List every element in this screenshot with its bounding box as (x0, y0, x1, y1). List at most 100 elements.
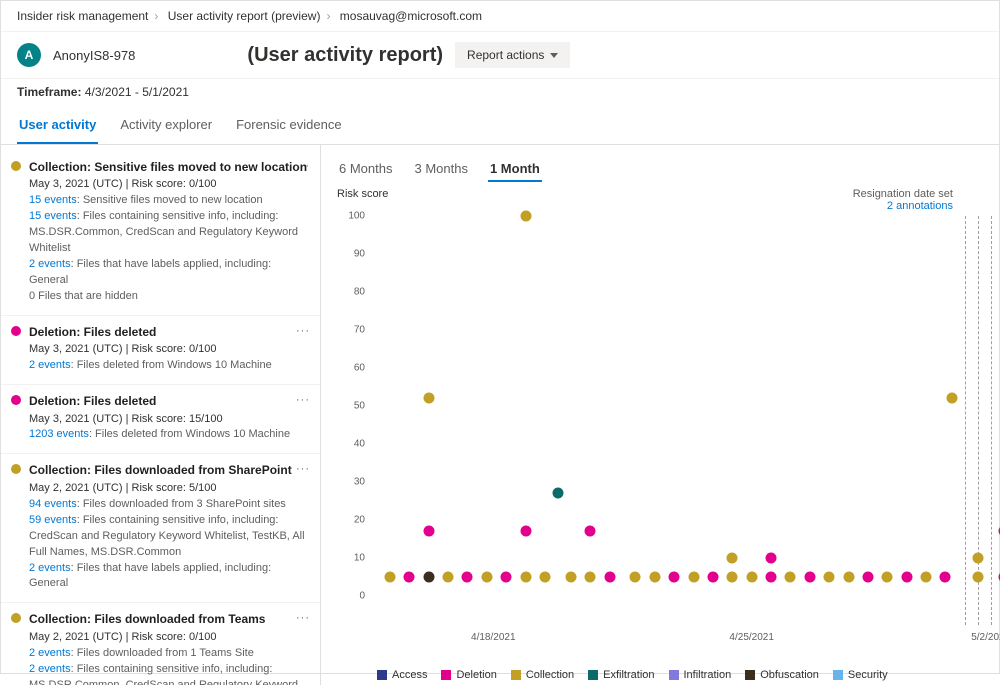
data-point[interactable] (649, 572, 660, 583)
event-count-link[interactable]: 2 events (29, 258, 71, 270)
legend-item[interactable]: Deletion (441, 669, 496, 681)
data-point[interactable] (766, 572, 777, 583)
data-point[interactable] (384, 572, 395, 583)
data-point[interactable] (481, 572, 492, 583)
data-point[interactable] (843, 572, 854, 583)
event-card[interactable]: ···Deletion: Files deletedMay 3, 2021 (U… (1, 385, 320, 454)
data-point[interactable] (552, 488, 563, 499)
data-point[interactable] (727, 553, 738, 564)
data-point[interactable] (423, 572, 434, 583)
legend-item[interactable]: Access (377, 669, 427, 681)
event-count-link[interactable]: 2 events (29, 647, 71, 659)
data-point[interactable] (804, 572, 815, 583)
data-point[interactable] (727, 572, 738, 583)
event-count-link[interactable]: 15 events (29, 194, 77, 206)
event-count-link[interactable]: 1203 events (29, 428, 89, 440)
legend-item[interactable]: Exfiltration (588, 669, 654, 681)
legend-item[interactable]: Obfuscation (745, 669, 819, 681)
card-menu-icon[interactable]: ··· (296, 393, 310, 409)
data-point[interactable] (423, 393, 434, 404)
data-point[interactable] (901, 572, 912, 583)
crumb-1[interactable]: Insider risk management (17, 9, 148, 23)
event-list[interactable]: ···Collection: Sensitive files moved to … (1, 145, 321, 685)
data-point[interactable] (520, 526, 531, 537)
event-card[interactable]: ···Collection: Files downloaded from Tea… (1, 603, 320, 685)
card-meta: May 2, 2021 (UTC) | Risk score: 0/100 (29, 630, 308, 646)
data-point[interactable] (423, 526, 434, 537)
data-point[interactable] (585, 572, 596, 583)
card-menu-icon[interactable]: ··· (296, 324, 310, 340)
event-count-link[interactable]: 2 events (29, 663, 71, 675)
event-card[interactable]: ···Collection: Files downloaded from Sha… (1, 454, 320, 603)
data-point[interactable] (604, 572, 615, 583)
time-tab-3-months[interactable]: 3 Months (412, 157, 469, 182)
legend-swatch (745, 670, 755, 680)
chart-panel: 6 Months3 Months1 Month Risk score Resig… (321, 145, 999, 685)
card-line: 1203 events: Files deleted from Windows … (29, 427, 308, 443)
data-point[interactable] (520, 572, 531, 583)
data-point[interactable] (972, 572, 983, 583)
crumb-2[interactable]: User activity report (preview) (168, 9, 321, 23)
time-tab-1-month[interactable]: 1 Month (488, 157, 542, 182)
card-meta: May 3, 2021 (UTC) | Risk score: 0/100 (29, 342, 308, 358)
card-menu-icon[interactable]: ··· (296, 159, 310, 175)
event-card[interactable]: ···Deletion: Files deletedMay 3, 2021 (U… (1, 316, 320, 385)
data-point[interactable] (972, 553, 983, 564)
data-point[interactable] (882, 572, 893, 583)
y-tick: 0 (337, 591, 365, 602)
tab-forensic-evidence[interactable]: Forensic evidence (234, 109, 344, 144)
data-point[interactable] (746, 572, 757, 583)
data-point[interactable] (862, 572, 873, 583)
data-point[interactable] (462, 572, 473, 583)
tab-user-activity[interactable]: User activity (17, 109, 98, 144)
event-count-link[interactable]: 2 events (29, 359, 71, 371)
timeframe-label: Timeframe: (17, 85, 81, 99)
data-point[interactable] (766, 553, 777, 564)
data-point[interactable] (940, 572, 951, 583)
event-count-link[interactable]: 2 events (29, 562, 71, 574)
time-tab-6-months[interactable]: 6 Months (337, 157, 394, 182)
data-point[interactable] (707, 572, 718, 583)
legend-item[interactable]: Infiltration (669, 669, 732, 681)
scatter-plot[interactable]: 01020304050607080901004/18/20214/25/2021… (337, 216, 983, 665)
card-menu-icon[interactable]: ··· (296, 462, 310, 478)
annotation-line (978, 216, 979, 625)
tab-activity-explorer[interactable]: Activity explorer (118, 109, 214, 144)
data-point[interactable] (688, 572, 699, 583)
event-card[interactable]: ···Collection: Sensitive files moved to … (1, 151, 320, 316)
card-title: Collection: Sensitive files moved to new… (29, 159, 308, 176)
event-count-link[interactable]: 94 events (29, 498, 77, 510)
legend-item[interactable]: Security (833, 669, 888, 681)
data-point[interactable] (585, 526, 596, 537)
data-point[interactable] (404, 572, 415, 583)
data-point[interactable] (669, 572, 680, 583)
y-tick: 30 (337, 477, 365, 488)
data-point[interactable] (630, 572, 641, 583)
data-point[interactable] (565, 572, 576, 583)
card-line: 2 events: Files deleted from Windows 10 … (29, 358, 308, 374)
legend-item[interactable]: Collection (511, 669, 574, 681)
data-point[interactable] (520, 211, 531, 222)
data-point[interactable] (539, 572, 550, 583)
category-dot (11, 395, 21, 405)
data-point[interactable] (785, 572, 796, 583)
category-dot (11, 464, 21, 474)
data-point[interactable] (921, 572, 932, 583)
data-point[interactable] (824, 572, 835, 583)
category-dot (11, 613, 21, 623)
card-title: Deletion: Files deleted (29, 393, 308, 410)
data-point[interactable] (443, 572, 454, 583)
card-line: 59 events: Files containing sensitive in… (29, 513, 308, 561)
x-tick: 5/2/2021 (971, 632, 1000, 643)
legend-swatch (377, 670, 387, 680)
event-count-link[interactable]: 15 events (29, 210, 77, 222)
x-tick: 4/18/2021 (471, 632, 516, 643)
y-axis-title: Risk score (337, 188, 388, 212)
data-point[interactable] (946, 393, 957, 404)
breadcrumb: Insider risk management› User activity r… (1, 1, 999, 32)
card-menu-icon[interactable]: ··· (296, 611, 310, 627)
event-count-link[interactable]: 59 events (29, 514, 77, 526)
data-point[interactable] (501, 572, 512, 583)
annotations-link[interactable]: 2 annotations (887, 200, 953, 212)
report-actions-button[interactable]: Report actions (455, 42, 570, 68)
